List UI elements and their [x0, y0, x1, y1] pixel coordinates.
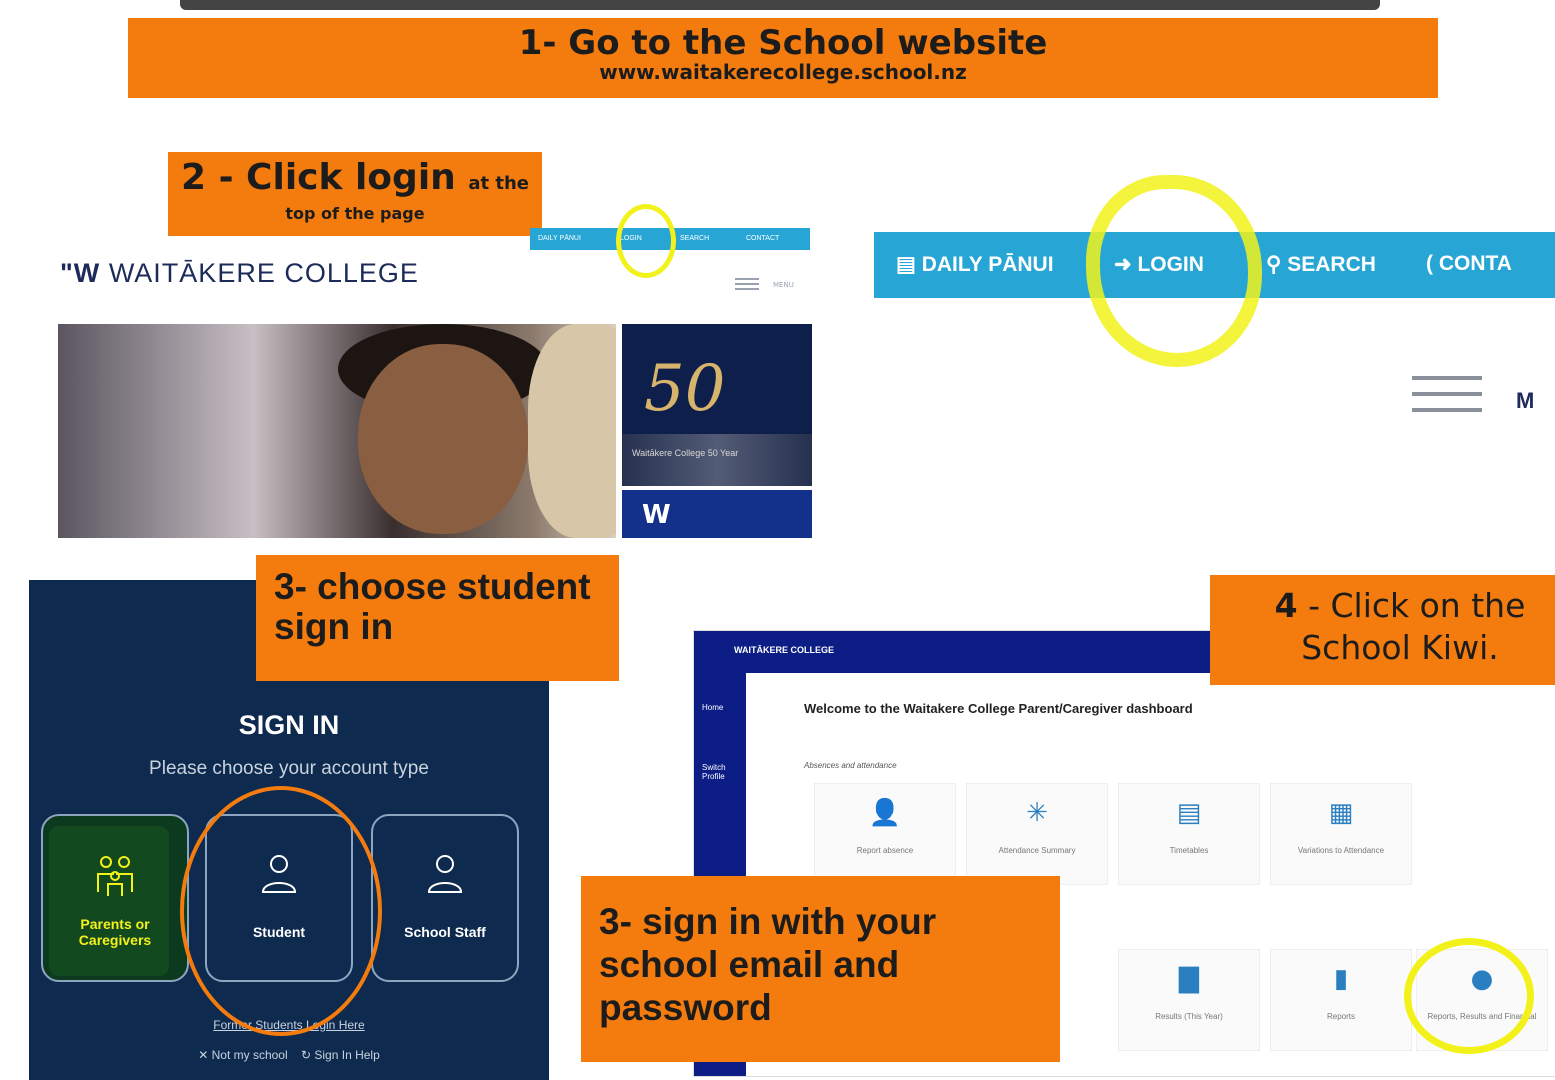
step4-line1: - Click on the [1308, 586, 1526, 625]
mini-menu-label: MENU [773, 281, 794, 289]
college-logo-text: WAITĀKERE COLLEGE [108, 258, 419, 288]
step3b-label: 3- sign in with your school email and pa… [581, 876, 1060, 1062]
tile-attendance-summary[interactable]: ✳ Attendance Summary [966, 783, 1108, 885]
top-cut-banner [180, 0, 1380, 10]
sidebar-item-switch-profile[interactable]: Switch Profile [702, 763, 742, 781]
dashboard-section-title: Absences and attendance [804, 761, 897, 770]
step2-label: 2 - Click login at the top of the page [168, 152, 542, 236]
tile-reports[interactable]: ▮ Reports [1270, 949, 1412, 1051]
step3a-text: 3- choose student sign in [274, 566, 591, 647]
mini-nav-daily[interactable]: DAILY PĀNUI [538, 235, 581, 242]
sidebar-item-home[interactable]: Home [702, 703, 723, 712]
anniversary-number: 50 [644, 352, 726, 426]
step1-title: 1- Go to the School website [518, 23, 1048, 63]
w-logo-icon: W [642, 500, 671, 530]
card-parents-label: Parents or Caregivers [78, 916, 152, 948]
step4-text: 4 - Click on the School Kiwi. [1240, 585, 1555, 669]
step2-title: 2 - Click login [181, 157, 456, 198]
tile-timetables[interactable]: ▤ Timetables [1118, 783, 1260, 885]
zoom-nav-contact[interactable]: ( CONTA [1426, 252, 1512, 276]
logo-w-icon: "W [60, 258, 101, 288]
student-highlight-ring [180, 786, 382, 1036]
dashboard-brand: WAITĀKERE COLLEGE [734, 645, 835, 655]
anniversary-caption: Waitākere College 50 Year [632, 448, 739, 458]
search-icon: ⚲ [1266, 253, 1288, 276]
hero-photo [58, 324, 616, 538]
kiwi-highlight-circle [1404, 938, 1534, 1054]
person-icon: 👤 [868, 798, 902, 828]
tile-variations[interactable]: ▦ Variations to Attendance [1270, 783, 1412, 885]
card-staff-label: School Staff [404, 924, 486, 940]
zoom-nav-search[interactable]: ⚲ SEARCH [1266, 252, 1376, 277]
signin-subheading: Please choose your account type [149, 758, 429, 779]
file-icon: ▮ [1333, 964, 1349, 994]
step4-label: 4 - Click on the School Kiwi. [1210, 575, 1555, 685]
dashboard-welcome: Welcome to the Waitakere College Parent/… [804, 701, 1193, 716]
phone-icon: ( [1426, 252, 1439, 275]
w-logo-tile[interactable]: W [622, 490, 812, 538]
step4-line2: School Kiwi. [1301, 628, 1499, 667]
signin-footer: ✕ Not my school ↻ Sign In Help [29, 1048, 549, 1062]
step3a-label: 3- choose student sign in [256, 555, 619, 681]
step1-url[interactable]: www.waitakerecollege.school.nz [128, 62, 1438, 82]
mini-login-highlight-circle [616, 204, 676, 278]
step1-banner: 1- Go to the School website www.waitaker… [128, 18, 1438, 98]
not-my-school-link[interactable]: ✕ Not my school [198, 1048, 287, 1062]
step4-number: 4 [1274, 586, 1298, 625]
mini-nav-search[interactable]: SEARCH [680, 235, 709, 242]
card-staff[interactable]: School Staff [371, 814, 519, 982]
zoom-menu-button[interactable] [1412, 376, 1482, 416]
signin-help-link[interactable]: Sign In Help [314, 1048, 379, 1062]
help-icon: ↻ [300, 1048, 312, 1062]
step2-title-small: at the [468, 173, 529, 194]
signin-heading: SIGN IN [238, 710, 340, 740]
printer-icon: ▇ [1179, 964, 1199, 994]
mini-nav-contact[interactable]: CONTACT [746, 235, 779, 242]
zoom-nav-daily[interactable]: ▤ DAILY PĀNUI [896, 252, 1054, 277]
tile-results[interactable]: ▇ Results (This Year) [1118, 949, 1260, 1051]
login-highlight-circle [1086, 175, 1262, 367]
calendar-icon: ▦ [1328, 798, 1354, 828]
tile-report-absence[interactable]: 👤 Report absence [814, 783, 956, 885]
document-icon: ▤ [1176, 798, 1202, 828]
newspaper-icon: ▤ [896, 253, 922, 276]
mini-menu-button[interactable]: MENU [735, 278, 795, 294]
family-icon [92, 852, 138, 902]
card-parents[interactable]: Parents or Caregivers [41, 814, 189, 982]
step3b-text: 3- sign in with your school email and pa… [599, 901, 937, 1028]
college-logo: "W WAITĀKERE COLLEGE [60, 258, 419, 289]
staff-icon [425, 852, 465, 900]
anniversary-tile[interactable]: 50 Waitākere College 50 Year [622, 324, 812, 486]
step2-subtitle: top of the page [285, 204, 425, 223]
sparkle-icon: ✳ [1026, 798, 1048, 828]
zoom-menu-label: M [1516, 388, 1535, 413]
